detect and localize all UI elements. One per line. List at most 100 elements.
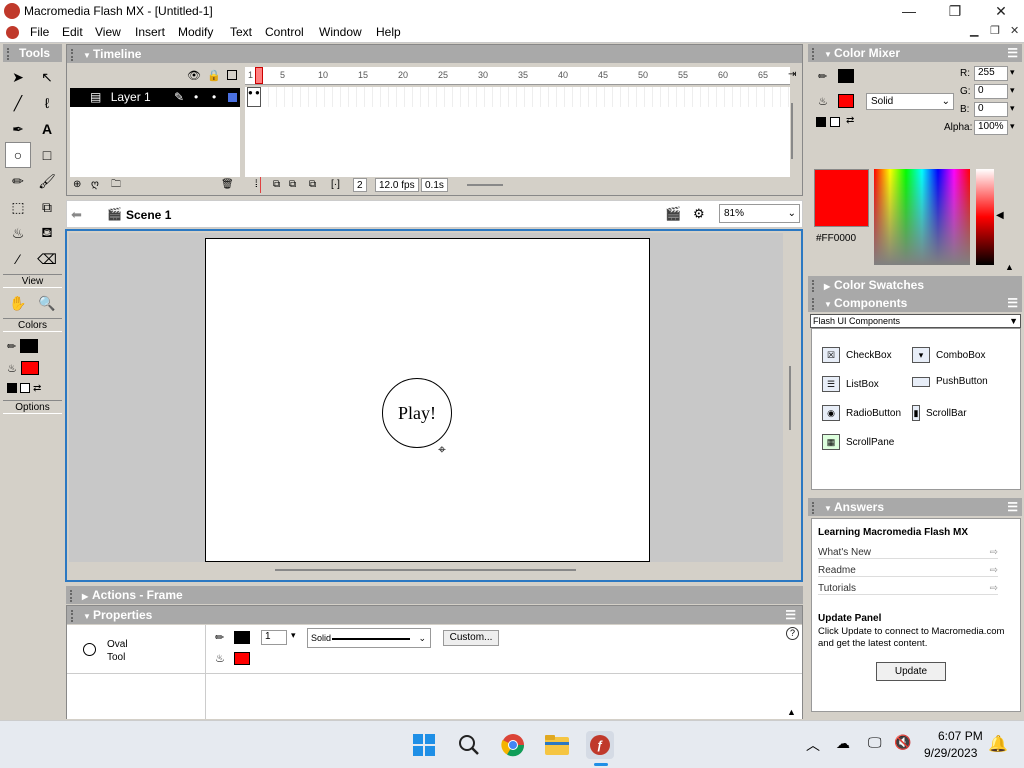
frame-rate[interactable]: 12.0 fps (375, 178, 419, 192)
menu-view[interactable]: View (95, 25, 121, 39)
outline-color-icon[interactable] (228, 93, 237, 102)
oval-tool-icon[interactable]: ○ (5, 142, 31, 168)
ink-bottle-tool-icon[interactable]: ♨ (5, 220, 31, 246)
zoom-select[interactable]: 81% ⌄ (719, 204, 800, 223)
menu-control[interactable]: Control (265, 25, 304, 39)
zoom-tool-icon[interactable]: 🔍 (34, 290, 60, 316)
eraser-tool-icon[interactable]: ⌫ (34, 246, 60, 272)
display-icon[interactable]: 🖵 (868, 734, 882, 751)
collapse-arrow-icon[interactable]: ▲ (787, 707, 796, 717)
blue-field[interactable]: 0 (974, 102, 1008, 117)
hand-tool-icon[interactable]: ✋ (5, 290, 31, 316)
timeline-menu-icon[interactable]: ⇥ (788, 69, 796, 80)
rectangle-tool-icon[interactable]: □ (34, 142, 60, 168)
keyframe[interactable]: ● ● (247, 87, 261, 107)
actions-panel-header[interactable]: ▶ Actions - Frame (66, 586, 803, 604)
clock-date[interactable]: 9/29/2023 (924, 746, 977, 760)
chevron-up-icon[interactable]: ︿ (806, 735, 820, 755)
menu-edit[interactable]: Edit (62, 25, 83, 39)
panel-menu-icon[interactable]: ☰ (1007, 44, 1018, 62)
file-explorer-icon[interactable] (543, 731, 571, 759)
lasso-tool-icon[interactable]: ℓ (34, 90, 60, 116)
red-arrow-icon[interactable]: ▾ (1010, 67, 1015, 78)
panel-menu-icon[interactable]: ☰ (1007, 498, 1018, 516)
close-button[interactable]: ✕ (978, 0, 1024, 23)
fill-color-swatch[interactable] (838, 94, 854, 108)
stroke-style-select[interactable]: Solid ⌄ (307, 628, 431, 648)
timeline-vscrollbar[interactable] (791, 103, 793, 159)
outline-layers-icon[interactable] (227, 70, 237, 80)
minimize-button[interactable]: — (886, 0, 932, 23)
swap-colors-icon[interactable]: ⇄ (846, 115, 854, 126)
stage-hscrollbar[interactable] (275, 569, 576, 571)
hex-value[interactable]: #FF0000 (816, 233, 856, 244)
onion-skin-icon[interactable]: ⧉ (273, 177, 280, 193)
insert-folder-icon[interactable]: 🗀 (111, 177, 121, 193)
custom-button[interactable]: Custom... (443, 630, 499, 646)
no-color-icon[interactable] (830, 117, 840, 127)
component-scrollpane[interactable]: ▦ ScrollPane (822, 434, 894, 450)
pencil-tool-icon[interactable]: ✏ (5, 168, 31, 194)
fill-color-swatch[interactable] (20, 361, 39, 375)
no-color-icon[interactable] (20, 383, 30, 393)
menu-text[interactable]: Text (230, 25, 252, 39)
insert-layer-icon[interactable]: ⊕ (73, 177, 81, 193)
volume-muted-icon[interactable]: 🔇 (894, 734, 911, 751)
layer-frames[interactable]: ● ● (245, 87, 790, 107)
green-field[interactable]: 0 (974, 84, 1008, 99)
pen-tool-icon[interactable]: ✒ (5, 116, 31, 142)
arrow-tool-icon[interactable]: ➤ (5, 64, 31, 90)
collapse-arrow-icon[interactable]: ▲ (1005, 262, 1014, 272)
menu-help[interactable]: Help (376, 25, 401, 39)
menu-insert[interactable]: Insert (135, 25, 165, 39)
color-mixer-header[interactable]: ▼ Color Mixer ☰ (808, 44, 1022, 62)
subselect-tool-icon[interactable]: ↖ (34, 64, 60, 90)
stage[interactable]: Play! ⌖ (205, 238, 650, 562)
properties-header[interactable]: ▼ Properties ☰ (67, 606, 802, 624)
brush-tool-icon[interactable]: 🖌 (34, 168, 60, 194)
answers-header[interactable]: ▼ Answers ☰ (808, 498, 1022, 516)
lock-layers-icon[interactable]: 🔒 (207, 69, 221, 82)
alpha-arrow-icon[interactable]: ▾ (1010, 121, 1015, 132)
search-icon[interactable] (455, 731, 483, 759)
scene-name[interactable]: Scene 1 (126, 208, 171, 222)
edit-multiple-frames-icon[interactable]: ⧉ (309, 177, 316, 193)
back-arrow-icon[interactable]: ⬅ (71, 207, 82, 223)
play-button-oval[interactable]: Play! (382, 378, 452, 448)
stroke-height-arrow-icon[interactable]: ▾ (291, 630, 296, 641)
menu-window[interactable]: Window (319, 25, 362, 39)
component-checkbox[interactable]: ☒ CheckBox (822, 347, 892, 363)
free-transform-tool-icon[interactable]: ⬚ (5, 194, 31, 220)
component-listbox[interactable]: ☰ ListBox (822, 376, 879, 392)
clock-time[interactable]: 6:07 PM (938, 729, 983, 743)
component-set-select[interactable]: Flash UI Components ▼ (810, 314, 1021, 328)
timeline-hscrollbar[interactable] (467, 184, 503, 186)
stroke-height-field[interactable]: 1 (261, 630, 287, 645)
color-spectrum[interactable] (874, 169, 970, 265)
panel-menu-icon[interactable]: ☰ (1007, 294, 1018, 312)
timeline-header[interactable]: ▼ Timeline (67, 45, 802, 63)
line-tool-icon[interactable]: ╱ (5, 90, 31, 116)
text-tool-icon[interactable]: A (34, 116, 60, 142)
readme-link[interactable]: Readme ⇨ (818, 565, 998, 577)
default-colors-icon[interactable] (816, 117, 826, 127)
brightness-pointer-icon[interactable]: ◀ (996, 210, 1004, 221)
fill-transform-tool-icon[interactable]: ⧉ (34, 194, 60, 220)
frame-ruler[interactable]: 1 5 10 15 20 25 30 35 40 45 50 55 60 65 (245, 67, 790, 85)
lock-dot-icon[interactable]: • (212, 88, 216, 107)
notification-bell-icon[interactable]: 🔔 (988, 734, 1008, 754)
color-swatches-header[interactable]: ▶ Color Swatches (808, 276, 1022, 294)
panel-menu-icon[interactable]: ☰ (785, 606, 796, 624)
delete-layer-icon[interactable]: 🗑 (221, 177, 234, 193)
help-icon[interactable]: ? (786, 627, 799, 640)
blue-arrow-icon[interactable]: ▾ (1010, 103, 1015, 114)
network-icon[interactable]: ☁ (836, 735, 850, 752)
component-scrollbar[interactable]: ▮ ScrollBar (912, 405, 967, 421)
component-radiobutton[interactable]: ◉ RadioButton (822, 405, 901, 421)
edit-scene-icon[interactable]: 🎬 (665, 206, 681, 222)
onion-outlines-icon[interactable]: ⧉ (289, 177, 296, 193)
fill-type-select[interactable]: Solid ⌄ (866, 93, 954, 110)
doc-minimize-button[interactable]: ▁ (970, 24, 978, 37)
component-pushbutton[interactable]: PushButton (912, 376, 988, 387)
layer-row[interactable]: ▤ Layer 1 ✎ • • (70, 88, 240, 107)
